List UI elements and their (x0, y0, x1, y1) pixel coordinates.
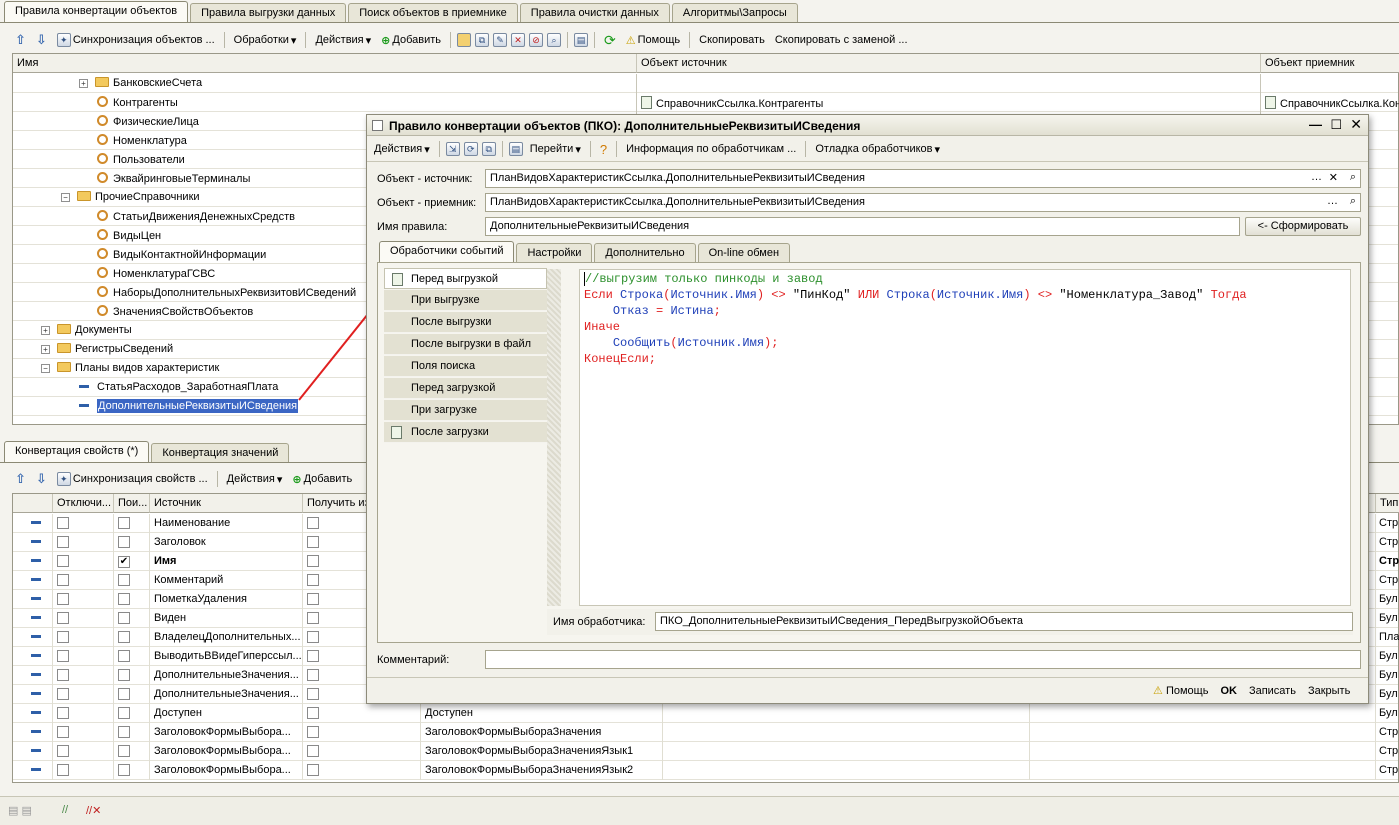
source-object-value: ПланВидовХарактеристикСсылка.Дополнитель… (490, 172, 865, 184)
dialog-actions-label: Действия (374, 143, 423, 155)
source-clear-icon[interactable]: ✕ (1329, 171, 1338, 184)
dialog-tabs: Обработчики событий Настройки Дополнител… (379, 241, 791, 262)
status-bar: ▤ ▤ // //✕ (0, 796, 1399, 825)
goto-label: Перейти (529, 143, 574, 155)
source-object-label: Объект - источник: (377, 173, 473, 185)
dialog-actions-menu[interactable]: Действия ▾ (371, 142, 433, 157)
dialog-help-button-icon: ⚠ (1153, 685, 1163, 697)
handler-set-icon (392, 273, 403, 286)
handler-label: После выгрузки (411, 316, 492, 328)
source-choose-icon[interactable]: … (1311, 171, 1322, 183)
handler-name-value: ПКО_ДополнительныеРеквизитыИСведения_Пер… (660, 615, 1023, 627)
dialog-window-icon (372, 120, 383, 131)
rule-name-value: ДополнительныеРеквизитыИСведения (490, 220, 690, 232)
dest-object-value: ПланВидовХарактеристикСсылка.Дополнитель… (490, 196, 865, 208)
dialog-help-icon[interactable]: ? (597, 141, 610, 158)
handler-set-icon (391, 426, 402, 439)
dest-choose-icon[interactable]: … (1327, 195, 1338, 207)
comment-label: Комментарий: (377, 654, 450, 666)
handler-label: Поля поиска (411, 360, 476, 372)
tab-online-exchange[interactable]: On-line обмен (697, 243, 791, 262)
handler-label: При загрузке (411, 404, 477, 416)
maximize-icon[interactable]: ☐ (1330, 117, 1342, 133)
ok-button[interactable]: OK (1220, 685, 1237, 697)
handler-name-field[interactable]: ПКО_ДополнительныеРеквизитыИСведения_Пер… (655, 612, 1353, 631)
refresh-form-icon[interactable]: ⟳ (463, 142, 478, 156)
dialog-titlebar: Правило конвертации объектов (ПКО): Допо… (367, 115, 1368, 136)
handler-item[interactable]: После выгрузки в файл (384, 334, 547, 355)
handler-label: После выгрузки в файл (411, 338, 532, 350)
comment-toggle-icon[interactable]: // (62, 804, 68, 816)
messages-icon[interactable]: ▤ ▤ (8, 804, 32, 817)
goto-menu[interactable]: Перейти ▾ (527, 142, 584, 157)
handler-item[interactable]: Перед выгрузкой (384, 268, 547, 289)
tab-additional[interactable]: Дополнительно (594, 243, 696, 262)
handler-item[interactable]: Перед загрузкой (384, 378, 547, 399)
close-icon[interactable]: ✕ (1350, 116, 1362, 133)
source-open-icon[interactable]: ⌕ (1350, 171, 1356, 184)
tab-settings[interactable]: Настройки (516, 243, 593, 262)
handler-item[interactable]: При загрузке (384, 400, 547, 421)
handler-name-label: Имя обработчика: (553, 616, 646, 628)
handler-label: После загрузки (411, 426, 489, 438)
minimize-icon[interactable]: — (1309, 117, 1322, 132)
debug-label: Отладка обработчиков (815, 143, 933, 155)
close-button[interactable]: Закрыть (1308, 685, 1350, 697)
code-editor[interactable]: //выгрузим только пинкоды и завод Если С… (579, 269, 1351, 606)
conversion-rule-dialog: Правило конвертации объектов (ПКО): Допо… (366, 114, 1369, 704)
tab-event-handlers[interactable]: Обработчики событий (379, 241, 515, 262)
handler-item[interactable]: После загрузки (384, 422, 547, 443)
dialog-buttons: ⚠ Помощь OK Записать Закрыть (1153, 684, 1350, 698)
dialog-toolbar: Действия ▾ ⇲ ⟳ ⧉ ▤ Перейти ▾ ? Информаци… (371, 137, 943, 161)
dialog-title: Правило конвертации объектов (ПКО): Допо… (389, 119, 861, 133)
save-close-icon[interactable]: ⇲ (445, 142, 460, 156)
handler-label: Перед загрузкой (411, 382, 496, 394)
rule-name-field[interactable]: ДополнительныеРеквизитыИСведения (485, 217, 1240, 236)
dialog-help-button[interactable]: ⚠ Помощь (1153, 684, 1208, 697)
handler-item[interactable]: При выгрузке (384, 290, 547, 311)
rule-name-label: Имя правила: (377, 221, 448, 233)
comment-field[interactable] (485, 650, 1361, 669)
dialog-tools-icon[interactable]: ▤ (508, 142, 523, 156)
dest-object-field[interactable]: ПланВидовХарактеристикСсылка.Дополнитель… (485, 193, 1361, 212)
uncomment-icon[interactable]: //✕ (86, 804, 101, 817)
dest-object-label: Объект - приемник: (377, 197, 477, 209)
handlers-info-button[interactable]: Информация по обработчикам ... (623, 142, 799, 156)
handler-label: Перед выгрузкой (411, 273, 498, 285)
dest-open-icon[interactable]: ⌕ (1350, 195, 1356, 208)
handler-item[interactable]: После выгрузки (384, 312, 547, 333)
dialog-help-label: Помощь (1165, 685, 1209, 697)
source-object-field[interactable]: ПланВидовХарактеристикСсылка.Дополнитель… (485, 169, 1361, 188)
copy-form-icon[interactable]: ⧉ (481, 142, 496, 156)
generate-button[interactable]: <- Сформировать (1245, 217, 1361, 236)
handler-item[interactable]: Поля поиска (384, 356, 547, 377)
debug-handlers-menu[interactable]: Отладка обработчиков ▾ (812, 142, 943, 157)
save-button[interactable]: Записать (1249, 685, 1296, 697)
code-gutter (547, 269, 561, 606)
handler-label: При выгрузке (411, 294, 480, 306)
